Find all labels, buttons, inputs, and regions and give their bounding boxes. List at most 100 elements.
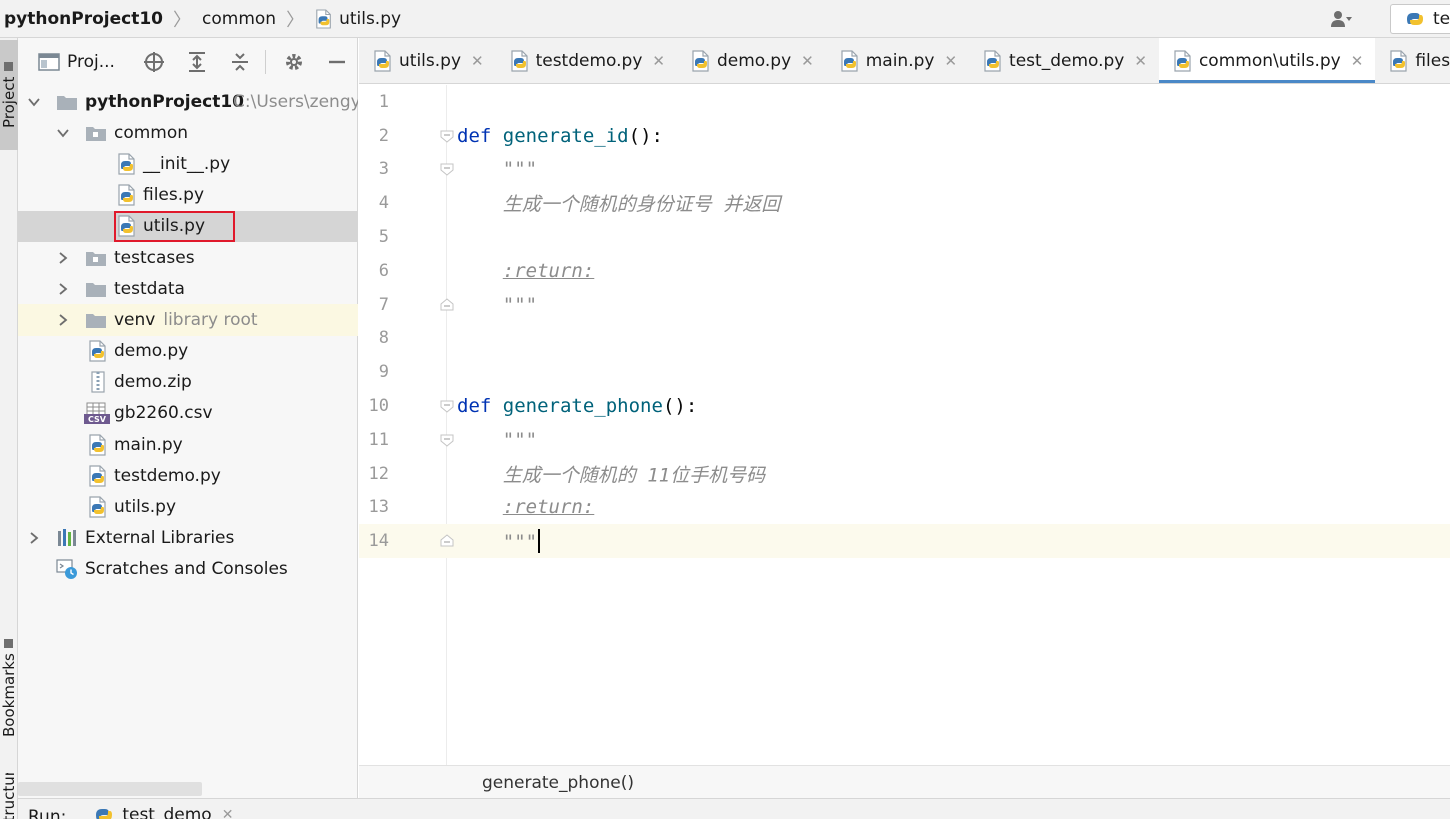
- chevron-down-icon[interactable]: [27, 95, 41, 109]
- line-number: 8: [378, 328, 389, 349]
- close-icon[interactable]: ✕: [471, 52, 484, 70]
- chevron-down-icon[interactable]: [56, 126, 70, 140]
- python-file-icon: [87, 340, 109, 362]
- python-file-icon: [116, 184, 138, 206]
- line-number: 2: [378, 125, 389, 146]
- csv-file-icon: CSV: [84, 402, 110, 425]
- python-file-icon: [116, 153, 138, 175]
- tree-item-label: venv library root: [114, 310, 258, 330]
- tree-item-common-utils-py[interactable]: utils.py: [18, 210, 358, 242]
- code-line: 5: [359, 220, 1450, 254]
- folder-icon: [56, 93, 78, 111]
- project-window-icon: [38, 53, 60, 71]
- package-folder-icon: [85, 249, 107, 267]
- tree-item-gb2260-csv[interactable]: CSV gb2260.csv: [18, 398, 358, 429]
- tree-item-label: __init__.py: [143, 153, 231, 174]
- fold-open-icon[interactable]: [440, 162, 454, 176]
- close-icon[interactable]: ✕: [222, 807, 234, 819]
- collapse-all-icon[interactable]: [229, 51, 251, 73]
- editor-breadcrumb-bar: generate_phone(): [359, 765, 1450, 798]
- close-icon[interactable]: ✕: [944, 52, 957, 70]
- fold-open-icon[interactable]: [440, 129, 454, 143]
- editor-breadcrumb-function[interactable]: generate_phone(): [482, 773, 634, 793]
- close-icon[interactable]: ✕: [1134, 52, 1147, 70]
- folder-icon: [85, 311, 107, 329]
- tab-utils-py[interactable]: utils.py ✕: [359, 38, 496, 84]
- library-root-hint: library root: [163, 309, 258, 330]
- python-file-icon: [1173, 50, 1193, 72]
- close-icon[interactable]: ✕: [801, 52, 814, 70]
- tree-item-label: testdata: [114, 278, 185, 299]
- tree-item-files-py[interactable]: files.py: [18, 180, 358, 211]
- tree-item-testcases[interactable]: testcases: [18, 242, 358, 273]
- package-folder-icon: [85, 124, 107, 142]
- chevron-right-icon[interactable]: [56, 282, 70, 296]
- tab-main-py[interactable]: main.py ✕: [826, 38, 969, 84]
- account-button[interactable]: [1330, 10, 1352, 28]
- code-text: def generate_phone():: [457, 395, 697, 417]
- code-line: 6 :return:: [359, 254, 1450, 288]
- breadcrumb-file[interactable]: utils.py: [315, 0, 401, 37]
- python-file-icon: [315, 9, 333, 29]
- project-tool-tab[interactable]: Project: [0, 40, 18, 150]
- code-line: 3 """: [359, 153, 1450, 187]
- tree-item-label: External Libraries: [85, 528, 235, 549]
- bookmark-icon: [4, 638, 14, 648]
- library-icon: [58, 529, 76, 547]
- code-line: 12 生成一个随机的 11位手机号码: [359, 457, 1450, 491]
- locate-file-icon[interactable]: [143, 51, 165, 73]
- expand-all-icon[interactable]: [186, 51, 208, 73]
- tree-item-main-py[interactable]: main.py: [18, 429, 358, 460]
- code-editor[interactable]: 1 2 def generate_id(): 3 """ 4 生成一个随机的身份…: [359, 85, 1450, 765]
- tab-files-py[interactable]: files.py ✕: [1375, 38, 1450, 84]
- tree-item-common[interactable]: common: [18, 117, 358, 148]
- minimize-icon[interactable]: [326, 51, 348, 73]
- function-name: generate_id: [502, 124, 629, 147]
- line-number: 11: [368, 429, 389, 450]
- chevron-right-icon[interactable]: [56, 313, 70, 327]
- structure-tool-tab[interactable]: Structure: [0, 773, 18, 819]
- breadcrumb-project[interactable]: pythonProject10: [0, 0, 163, 37]
- tab-test-demo-py[interactable]: test_demo.py ✕: [969, 38, 1159, 84]
- fold-close-icon[interactable]: [440, 298, 454, 312]
- chevron-right-icon[interactable]: [27, 531, 41, 545]
- run-tab-test-demo[interactable]: test_demo ✕: [94, 805, 233, 819]
- tab-testdemo-py[interactable]: testdemo.py ✕: [496, 38, 677, 84]
- tree-item-init-py[interactable]: __init__.py: [18, 148, 358, 179]
- chevron-right-icon[interactable]: [56, 251, 70, 265]
- toolbar-divider: [265, 50, 266, 74]
- tree-item-venv[interactable]: venv library root: [18, 304, 358, 336]
- gear-icon[interactable]: [283, 51, 305, 73]
- tree-item-testdata[interactable]: testdata: [18, 273, 358, 304]
- docstring-return-tag: :return:: [502, 496, 595, 519]
- tree-item-scratches[interactable]: Scratches and Consoles: [18, 554, 358, 585]
- tab-common-utils-py[interactable]: common\utils.py ✕: [1158, 38, 1376, 83]
- horizontal-scrollbar[interactable]: [18, 782, 202, 796]
- breadcrumb-project-label: pythonProject10: [4, 8, 164, 29]
- tree-item-path: C:\Users\zengy: [233, 91, 358, 112]
- tree-item-demo-py[interactable]: demo.py: [18, 336, 358, 367]
- close-icon[interactable]: ✕: [652, 52, 665, 70]
- tree-item-project-root[interactable]: pythonProject10 C:\Users\zengy: [18, 86, 358, 117]
- tree-item-testdemo-py[interactable]: testdemo.py: [18, 460, 358, 491]
- tree-item-external-libraries[interactable]: External Libraries: [18, 523, 358, 554]
- project-view-selector[interactable]: Proj...: [18, 52, 138, 72]
- close-icon[interactable]: ✕: [1351, 52, 1364, 70]
- tab-demo-py[interactable]: demo.py ✕: [677, 38, 826, 84]
- tree-item-label: testdemo.py: [114, 465, 221, 486]
- tree-item-demo-zip[interactable]: demo.zip: [18, 367, 358, 398]
- fold-close-icon[interactable]: [440, 534, 454, 548]
- tree-item-label: Scratches and Consoles: [85, 559, 288, 580]
- project-panel-header: Proj...: [18, 38, 357, 86]
- breadcrumb-folder[interactable]: common: [202, 0, 276, 37]
- fold-open-icon[interactable]: [440, 399, 454, 413]
- bookmarks-tool-tab[interactable]: Bookmarks: [0, 628, 18, 748]
- run-configuration-selector[interactable]: te: [1390, 4, 1450, 34]
- fold-open-icon[interactable]: [440, 433, 454, 447]
- tree-item-utils-py[interactable]: utils.py: [18, 491, 358, 522]
- line-number: 3: [378, 159, 389, 180]
- line-number: 14: [368, 531, 389, 552]
- line-number: 13: [368, 497, 389, 518]
- tree-item-label: main.py: [114, 434, 183, 455]
- tab-label: common\utils.py: [1198, 51, 1341, 71]
